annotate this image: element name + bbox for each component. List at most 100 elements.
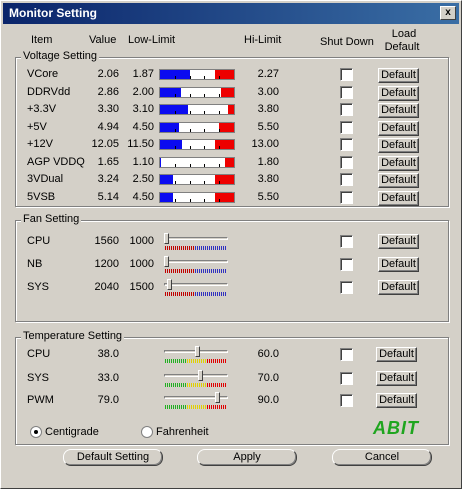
voltage-default-button[interactable]: Default	[378, 190, 419, 206]
temperature-shutdown-checkbox[interactable]	[340, 394, 353, 407]
temperature-hi-limit: 70.0	[257, 372, 279, 384]
slider-color-ticks	[165, 246, 226, 250]
slider-thumb[interactable]	[214, 392, 220, 403]
slider-tick	[217, 269, 218, 273]
voltage-default-button[interactable]: Default	[378, 173, 419, 188]
fan-shutdown-checkbox[interactable]	[340, 258, 353, 271]
temperature-limit-slider[interactable]	[164, 370, 230, 388]
voltage-bar-tick	[189, 93, 191, 97]
voltage-name: 5VSB	[27, 190, 56, 203]
voltage-shutdown-checkbox[interactable]	[340, 155, 353, 169]
voltage-bar-tick	[174, 76, 176, 79]
fan-shutdown-checkbox[interactable]	[340, 235, 353, 248]
voltage-default-button[interactable]: Default	[378, 85, 419, 101]
slider-tick	[167, 292, 168, 296]
voltage-shutdown-checkbox[interactable]	[340, 85, 353, 99]
temperature-default-button[interactable]: Default	[376, 393, 417, 408]
voltage-shutdown-checkbox[interactable]	[340, 68, 353, 81]
fan-limit-slider[interactable]	[164, 256, 230, 274]
voltage-bar-tick	[204, 93, 206, 97]
header-value: Value	[89, 34, 117, 46]
fan-shutdown-checkbox[interactable]	[340, 281, 353, 294]
temperature-default-button[interactable]: Default	[376, 347, 417, 362]
slider-tick	[199, 405, 200, 409]
voltage-high-segment	[225, 157, 234, 167]
temperature-limit-slider[interactable]	[164, 392, 230, 410]
slider-tick	[187, 246, 188, 250]
voltage-shutdown-checkbox[interactable]	[340, 173, 353, 186]
voltage-default-button[interactable]: Default	[378, 103, 419, 118]
temperature-hi-limit: 60.0	[257, 348, 279, 360]
temperature-shutdown-checkbox[interactable]	[340, 372, 353, 385]
monitor-setting-window: Monitor Setting x Item Value Low-Limit H…	[0, 0, 462, 489]
slider-tick	[191, 405, 192, 409]
voltage-name: DDRVdd	[27, 85, 71, 98]
slider-track	[164, 283, 228, 286]
voltage-high-segment	[228, 105, 234, 114]
voltage-default-button[interactable]: Default	[378, 68, 419, 83]
abit-logo: ABIT	[373, 418, 419, 438]
cancel-button[interactable]: Cancel	[332, 449, 432, 466]
slider-tick	[207, 383, 208, 387]
slider-tick	[181, 359, 182, 363]
fan-default-button[interactable]: Default	[378, 234, 419, 249]
slider-tick	[169, 269, 170, 273]
fan-group-title: Fan Setting	[21, 213, 82, 225]
slider-tick	[173, 246, 174, 250]
slider-tick	[203, 383, 204, 387]
fan-limit-slider[interactable]	[164, 279, 230, 297]
temperature-shutdown-checkbox[interactable]	[340, 348, 353, 361]
voltage-low-segment	[160, 192, 174, 202]
centigrade-radio[interactable]	[30, 426, 42, 438]
fahrenheit-radio[interactable]	[141, 426, 153, 438]
slider-tick	[197, 246, 198, 250]
slider-tick	[179, 405, 180, 409]
slider-thumb[interactable]	[166, 279, 172, 290]
voltage-default-button[interactable]: Default	[378, 155, 419, 171]
slider-tick	[201, 383, 202, 387]
voltage-bar-tick	[174, 128, 176, 132]
fan-default-button[interactable]: Default	[378, 257, 419, 272]
apply-button[interactable]: Apply	[197, 449, 297, 466]
voltage-shutdown-checkbox[interactable]	[340, 190, 353, 204]
voltage-value: 3.30	[97, 103, 119, 115]
voltage-bar-tick	[204, 128, 206, 132]
temperature-limit-slider[interactable]	[164, 346, 230, 364]
close-button[interactable]: x	[440, 6, 456, 20]
voltage-range-bar	[159, 86, 235, 98]
slider-thumb[interactable]	[198, 370, 204, 381]
slider-tick	[181, 405, 182, 409]
slider-tick	[191, 246, 192, 250]
fan-default-button[interactable]: Default	[378, 280, 419, 295]
voltage-value: 3.24	[97, 173, 119, 185]
slider-thumb[interactable]	[194, 346, 200, 357]
header-load-default-1: Load	[391, 28, 417, 40]
fan-limit-slider[interactable]	[164, 233, 230, 251]
slider-thumb[interactable]	[164, 233, 169, 244]
voltage-range-bar	[159, 174, 235, 185]
default-setting-button[interactable]: Default Setting	[63, 449, 163, 466]
voltage-default-button[interactable]: Default	[378, 120, 419, 136]
slider-tick	[165, 383, 166, 387]
temperature-default-button[interactable]: Default	[376, 371, 417, 386]
slider-tick	[225, 269, 226, 273]
slider-tick	[195, 405, 196, 409]
voltage-shutdown-checkbox[interactable]	[340, 103, 353, 116]
slider-thumb[interactable]	[164, 256, 169, 267]
voltage-shutdown-checkbox[interactable]	[340, 138, 353, 151]
voltage-shutdown-checkbox[interactable]	[340, 120, 353, 134]
slider-tick	[205, 383, 206, 387]
slider-tick	[165, 292, 166, 296]
voltage-bar-tick	[219, 93, 221, 97]
slider-tick	[207, 292, 208, 296]
slider-tick	[169, 405, 170, 409]
slider-tick	[225, 359, 226, 363]
slider-tick	[187, 359, 188, 363]
slider-tick	[187, 383, 188, 387]
slider-tick	[207, 359, 208, 363]
slider-tick	[171, 359, 172, 363]
slider-tick	[221, 292, 222, 296]
voltage-low-limit: 11.50	[127, 138, 154, 150]
voltage-default-button[interactable]: Default	[378, 138, 419, 153]
slider-tick	[205, 269, 206, 273]
